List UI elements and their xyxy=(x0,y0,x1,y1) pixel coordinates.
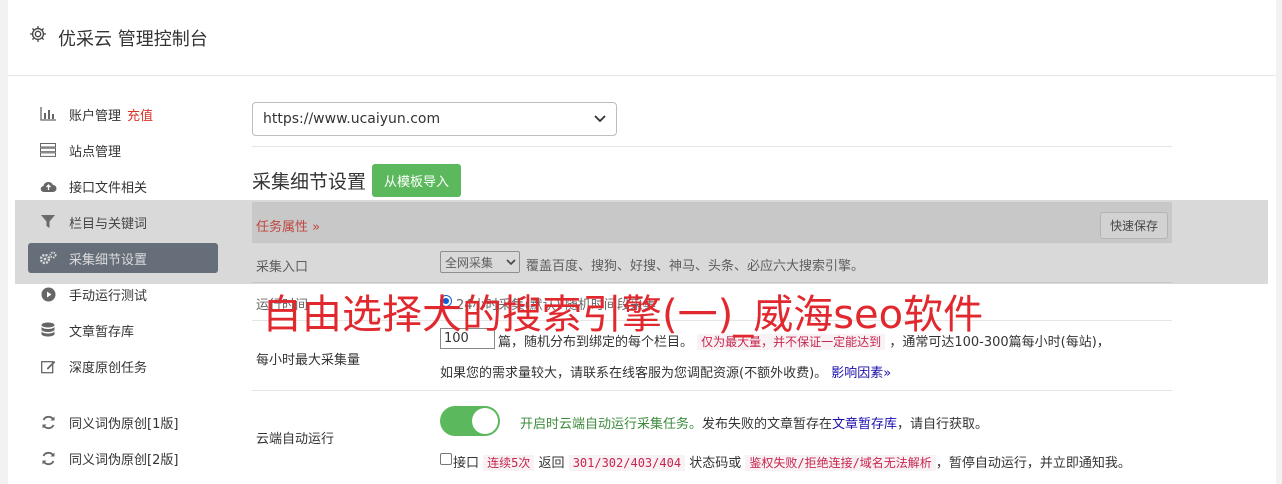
note-text: 返回 xyxy=(538,456,565,471)
site-select[interactable]: https://www.ucaiyun.com xyxy=(252,102,617,136)
server-icon xyxy=(39,141,57,159)
sidebar-item-label: 手动运行测试 xyxy=(69,288,148,304)
sidebar-item-label: 账户管理 xyxy=(69,108,122,124)
note-text: 接口 xyxy=(453,456,480,471)
note-text: 发布失败的文章暂存在 xyxy=(702,417,833,432)
main-area: https://www.ucaiyun.com 采集细节设置 从模板导入 xyxy=(252,102,1172,197)
sidebar-item-synonym-v1[interactable]: 同义词伪原创[1版] xyxy=(28,404,218,440)
sidebar-item-label: 文章暂存库 xyxy=(69,324,135,340)
cloud-auto-note: 开启时云端自动运行采集任务。发布失败的文章暂存在文章暂存库，请自行获取。 xyxy=(520,413,988,432)
import-template-button[interactable]: 从模板导入 xyxy=(372,164,462,197)
sidebar-item-label: 接口文件相关 xyxy=(69,180,148,196)
site-select-value: https://www.ucaiyun.com xyxy=(263,111,441,127)
section-title: 采集细节设置 xyxy=(252,171,367,193)
sidebar-item-label: 站点管理 xyxy=(69,144,122,160)
sidebar-item-article-store[interactable]: 文章暂存库 xyxy=(28,312,218,348)
play-circle-icon xyxy=(39,285,57,303)
pause-on-error-note: 接口 连续5次 返回 301/302/403/404 状态码或 鉴权失败/拒绝连… xyxy=(453,452,1131,471)
sidebar-item-account[interactable]: 账户管理 充值 xyxy=(28,96,218,132)
section-heading: 采集细节设置 从模板导入 xyxy=(252,164,462,197)
overlay-band xyxy=(15,200,1268,284)
note-code: 连续5次 xyxy=(483,455,535,471)
top-header: 优采云 管理控制台 xyxy=(8,0,1276,76)
refresh-icon xyxy=(39,413,57,431)
sidebar-item-synonym-v2[interactable]: 同义词伪原创[2版] xyxy=(28,440,218,476)
article-store-link[interactable]: 文章暂存库 xyxy=(832,417,897,432)
note-text: 如果您的需求量较大，请联系在线客服为您调配资源(不额外收费)。 xyxy=(440,366,828,381)
influence-factors-link[interactable]: 影响因素» xyxy=(831,366,891,381)
note-text: ，暂停自动运行，并立即通知我。 xyxy=(935,456,1131,471)
sidebar-item-deep-original[interactable]: 深度原创任务 xyxy=(28,348,218,384)
sidebar-item-label: 同义词伪原创[1版] xyxy=(69,416,179,432)
watermark-text: 自由选择大的搜索引擎(一)_威海seo软件 xyxy=(262,292,984,338)
note-text: 开启时云端自动运行采集任务。 xyxy=(520,417,703,432)
bar-chart-icon xyxy=(39,105,57,123)
chevron-down-icon xyxy=(594,112,606,126)
note-code: 301/302/403/404 xyxy=(568,455,686,471)
cloud-auto-label: 云端自动运行 xyxy=(256,432,335,447)
sidebar-item-label: 深度原创任务 xyxy=(69,360,148,376)
note-text: ，请自行获取。 xyxy=(897,417,989,432)
cloud-auto-row: 云端自动运行 开启时云端自动运行采集任务。发布失败的文章暂存在文章暂存库，请自行… xyxy=(252,390,1172,482)
max-collect-note-2: 如果您的需求量较大，请联系在线客服为您调配资源(不额外收费)。 影响因素» xyxy=(440,362,891,381)
sidebar-item-label: 同义词伪原创[2版] xyxy=(69,452,179,468)
database-icon xyxy=(39,321,57,339)
cloud-upload-icon xyxy=(39,177,57,195)
sidebar-item-sites[interactable]: 站点管理 xyxy=(28,132,218,168)
edit-icon xyxy=(39,357,57,375)
recharge-link[interactable]: 充值 xyxy=(127,105,153,124)
divider xyxy=(252,146,1172,147)
page-title: 优采云 管理控制台 xyxy=(58,29,208,50)
sidebar-divider xyxy=(28,384,218,404)
note-code: 鉴权失败/拒绝连接/域名无法解析 xyxy=(745,455,936,471)
gear-icon xyxy=(30,26,46,42)
sidebar: 账户管理 充值 站点管理 接口文件相关 栏目与关键词 采集细节设置 手动运行测试… xyxy=(28,96,218,476)
note-text: 状态码或 xyxy=(689,456,742,471)
refresh-icon xyxy=(39,449,57,467)
sidebar-item-interface-files[interactable]: 接口文件相关 xyxy=(28,168,218,204)
pause-on-error-checkbox[interactable] xyxy=(440,453,452,465)
max-collect-label: 每小时最大采集量 xyxy=(256,353,361,368)
cloud-auto-toggle[interactable] xyxy=(440,406,500,436)
